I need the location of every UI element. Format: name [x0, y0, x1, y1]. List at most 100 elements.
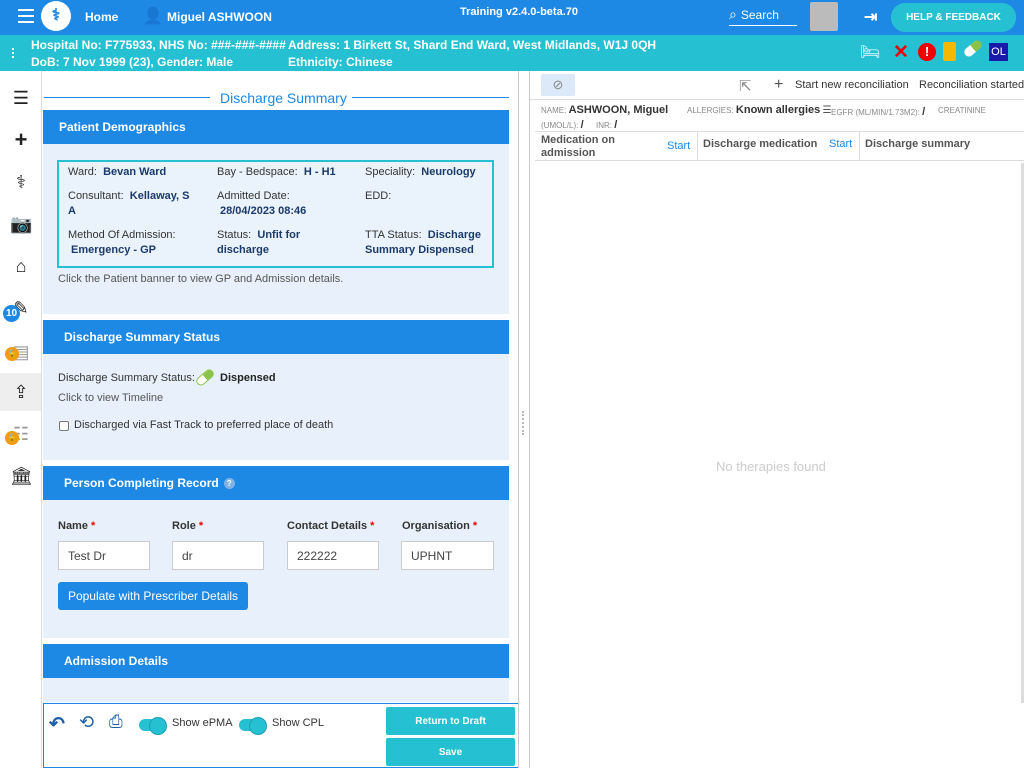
role-label-text: Role	[172, 520, 196, 532]
org-input[interactable]: UPHNT	[401, 541, 494, 570]
fast-track-checkbox[interactable]	[59, 421, 69, 431]
view-timeline-link[interactable]: Click to view Timeline	[58, 392, 163, 404]
plus-icon[interactable]: +	[10, 129, 32, 151]
org-label: Organisation *	[402, 520, 477, 532]
undo-icon[interactable]: ↶	[49, 713, 65, 736]
footer-toolbar: ↶ ⟲ ⎙ Show ePMA Show CPL Return to Draft…	[43, 703, 519, 768]
title-rule-right	[352, 97, 509, 98]
person-section-body: Name * Role * Contact Details * Organisa…	[43, 500, 509, 638]
populate-prescriber-button[interactable]: Populate with Prescriber Details	[58, 582, 248, 610]
name-label: NAME:	[541, 106, 567, 115]
history-icon[interactable]: ⟲	[79, 712, 94, 733]
allergies-label: ALLERGIES:	[687, 106, 734, 115]
capsule-icon	[194, 367, 216, 388]
medicine-bottle-icon[interactable]	[943, 42, 956, 61]
patient-icon: 👤	[143, 8, 163, 25]
summary-status-label: Discharge Summary Status:	[58, 372, 195, 384]
list-icon[interactable]: ☰	[10, 87, 32, 109]
banner-hospital: Hospital No: F775933, NHS No: ###-###-##…	[31, 38, 286, 52]
bay-field: Bay - Bedspace: H - H1	[217, 166, 336, 178]
link-button[interactable]: ⊘	[541, 74, 575, 96]
required-marker: *	[472, 520, 478, 532]
role-label: Role *	[172, 520, 203, 532]
col-admission-start[interactable]: Start	[667, 140, 690, 152]
inr-field: INR: /	[596, 119, 617, 131]
tta-value: Discharge	[427, 229, 481, 241]
bed-icon[interactable]: 🛏	[860, 42, 880, 62]
tta-value-cont: Summary Dispensed	[365, 244, 474, 256]
plus-icon[interactable]: +	[774, 76, 783, 94]
contact-input[interactable]: 222222	[287, 541, 379, 570]
demographics-header: Patient Demographics	[43, 110, 509, 144]
panel-splitter[interactable]	[518, 71, 530, 768]
discharge-summary-panel: Discharge Summary Patient Demographics W…	[42, 71, 519, 768]
cross-icon[interactable]: ✕	[893, 41, 909, 64]
house-icon[interactable]: ⌂	[10, 255, 32, 277]
col-admission-1: Medication on	[541, 134, 615, 146]
home-link[interactable]: Home	[85, 10, 118, 24]
discharge-icon[interactable]: ⇪	[10, 381, 32, 403]
col-discharge-start[interactable]: Start	[829, 138, 852, 150]
return-to-draft-button[interactable]: Return to Draft	[386, 707, 515, 735]
banner-dob: DoB: 7 Nov 1999 (23), Gender: Male	[31, 55, 234, 69]
col-admission-2: admission	[541, 147, 596, 159]
splitter-grip[interactable]	[522, 411, 525, 435]
version-label: Training v2.4.0-beta.70	[460, 6, 578, 18]
patient-banner[interactable]: Hospital No: F775933, NHS No: ###-###-##…	[0, 35, 1024, 71]
demographics-body: Ward: Bevan Ward Bay - Bedspace: H - H1 …	[43, 144, 509, 314]
status-value: Unfit for	[257, 229, 301, 241]
show-epma-toggle[interactable]	[139, 717, 167, 735]
banner-address: Address: 1 Birkett St, Shard End Ward, W…	[288, 38, 657, 52]
capsule-icon[interactable]	[962, 38, 984, 59]
empty-state: No therapies found	[716, 459, 826, 474]
admission-section-body	[43, 678, 509, 702]
help-feedback-button[interactable]: HELP & FEEDBACK	[891, 3, 1016, 32]
bay-value: H - H1	[303, 166, 336, 178]
egfr-label: EGFR (ML/MIN/1.73M2):	[831, 108, 920, 117]
start-new-reconciliation[interactable]: Start new reconciliation	[795, 79, 909, 91]
alert-icon[interactable]: !	[918, 43, 936, 61]
toolbar-divider	[530, 99, 1024, 100]
name-input[interactable]: Test Dr	[58, 541, 150, 570]
patient-name[interactable]: Miguel ASHWOON	[167, 10, 272, 24]
stethoscope-icon[interactable]: ⚕	[10, 171, 32, 193]
name-value: ASHWOON, Miguel	[568, 104, 669, 116]
banner-ethnicity: Ethnicity: Chinese	[288, 55, 393, 69]
admission-section-header: Admission Details	[43, 644, 509, 678]
save-button[interactable]: Save	[386, 738, 515, 766]
search-button[interactable]: ⌕ Search	[729, 4, 797, 26]
allergies-field[interactable]: ALLERGIES: Known allergies ☰	[687, 104, 831, 116]
building-icon[interactable]: 🏛	[10, 465, 33, 487]
col-divider	[697, 132, 698, 161]
ol-badge[interactable]: OL	[989, 43, 1008, 61]
allergies-value: Known allergies	[735, 104, 821, 116]
ward-value: Bevan Ward	[103, 166, 167, 178]
demographics-heading: Patient Demographics	[59, 120, 186, 134]
status-field: Status: Unfit for	[217, 229, 300, 241]
egfr-value: /	[922, 106, 926, 118]
help-icon[interactable]: ?	[223, 477, 235, 489]
umol-field: (UMOL/L): /	[541, 119, 584, 131]
search-label: Search	[740, 7, 779, 22]
banner-expand-handle[interactable]	[12, 48, 16, 58]
reconciliation-table-header: Medication on admission Start Discharge …	[535, 131, 1024, 161]
notes-count-badge: 10	[3, 305, 20, 322]
export-icon[interactable]: ⇱	[739, 77, 752, 95]
reconciliation-started: Reconciliation started	[919, 79, 1024, 91]
role-input[interactable]: dr	[172, 541, 264, 570]
menu-icon[interactable]	[18, 9, 34, 23]
show-cpl-toggle[interactable]	[239, 717, 267, 735]
logout-icon[interactable]: ⇥	[864, 7, 877, 27]
ward-label: Ward:	[68, 166, 97, 178]
user-avatar[interactable]	[810, 2, 838, 31]
creatinine-label: CREATININE	[938, 106, 986, 115]
status-value-cont: discharge	[217, 244, 269, 256]
speciality-label: Speciality:	[365, 166, 416, 178]
edd-label: EDD:	[365, 190, 392, 202]
fast-track-label[interactable]: Discharged via Fast Track to preferred p…	[74, 419, 333, 431]
camera-icon[interactable]: 📷	[10, 213, 32, 235]
side-navigation: ☰ + ⚕ 📷 ⌂ ✎ 10 ▤ 🔒 ⇪ ☷ 🔒 🏛	[0, 71, 42, 768]
reconciliation-panel: ⊘ ⇱ + Start new reconciliation Reconcili…	[530, 71, 1024, 768]
egfr-field: EGFR (ML/MIN/1.73M2): /	[831, 106, 925, 118]
print-icon[interactable]: ⎙	[109, 712, 123, 732]
